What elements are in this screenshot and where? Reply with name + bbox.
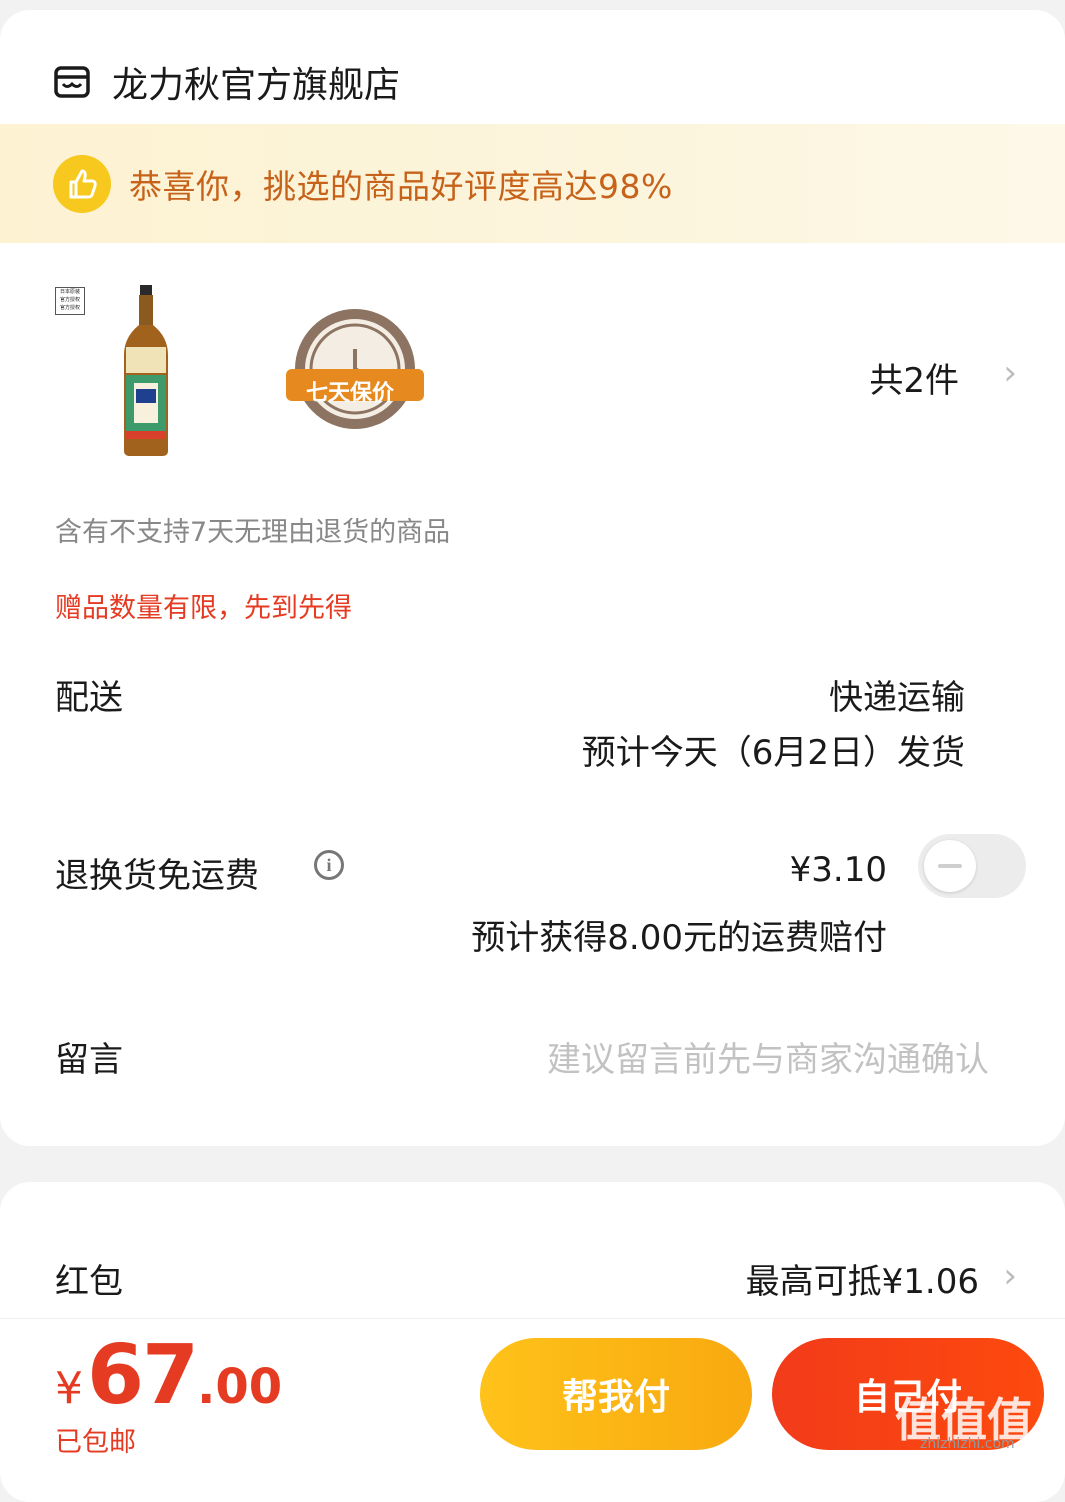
info-icon[interactable]: i <box>314 850 344 880</box>
delivery-label: 配送 <box>55 678 123 718</box>
toggle-knob <box>924 840 976 892</box>
red-packet-value[interactable]: 最高可抵¥1.06 <box>746 1254 979 1303</box>
watermark-url: zhizhizhi.com <box>920 1436 1015 1452</box>
return-shipping-label: 退换货免运费 <box>55 856 259 896</box>
store-name: 龙力秋官方旗舰店 <box>112 65 401 106</box>
store-header[interactable]: 龙力秋官方旗舰店 <box>54 52 400 112</box>
product-image[interactable] <box>118 285 174 457</box>
price-protection-seal <box>286 309 424 429</box>
message-input[interactable]: 建议留言前先与商家沟通确认 <box>547 1032 989 1081</box>
return-shipping-toggle[interactable] <box>918 834 1026 898</box>
delivery-method: 快递运输 <box>829 678 965 718</box>
chevron-right-icon[interactable]: › <box>1003 1256 1017 1296</box>
chevron-right-icon[interactable]: › <box>1003 353 1017 393</box>
rating-banner: 恭喜你，挑选的商品好评度高达98% <box>0 124 1065 243</box>
item-count: 共2件 <box>869 361 959 401</box>
help-me-pay-button[interactable]: 帮我付 <box>480 1338 752 1450</box>
currency-symbol: ¥ <box>55 1363 83 1414</box>
return-policy-note: 含有不支持7天无理由退货的商品 <box>55 517 451 548</box>
rating-banner-text: 恭喜你，挑选的商品好评度高达98% <box>129 166 673 206</box>
thumbs-up-icon <box>53 154 111 213</box>
total-price: ¥ 67 .00 <box>55 1328 282 1423</box>
delivery-eta: 预计今天（6月2日）发货 <box>581 733 965 773</box>
store-icon <box>54 66 90 98</box>
message-label: 留言 <box>55 1040 123 1080</box>
seal-text: 七天保价 <box>306 381 395 406</box>
authorized-badge: 日本原装 官方授权 官方授权 <box>55 287 85 315</box>
return-shipping-price: ¥3.10 <box>789 850 887 890</box>
product-row[interactable]: 日本原装 官方授权 官方授权 七天保价 共2件 › <box>0 275 1065 465</box>
price-decimal: .00 <box>197 1359 283 1415</box>
price-integer: 67 <box>87 1328 199 1423</box>
red-packet-label: 红包 <box>55 1262 123 1302</box>
free-shipping-label: 已包邮 <box>55 1427 136 1458</box>
gift-limit-note: 赠品数量有限，先到先得 <box>55 593 352 624</box>
return-shipping-compensation: 预计获得8.00元的运费赔付 <box>471 918 887 958</box>
